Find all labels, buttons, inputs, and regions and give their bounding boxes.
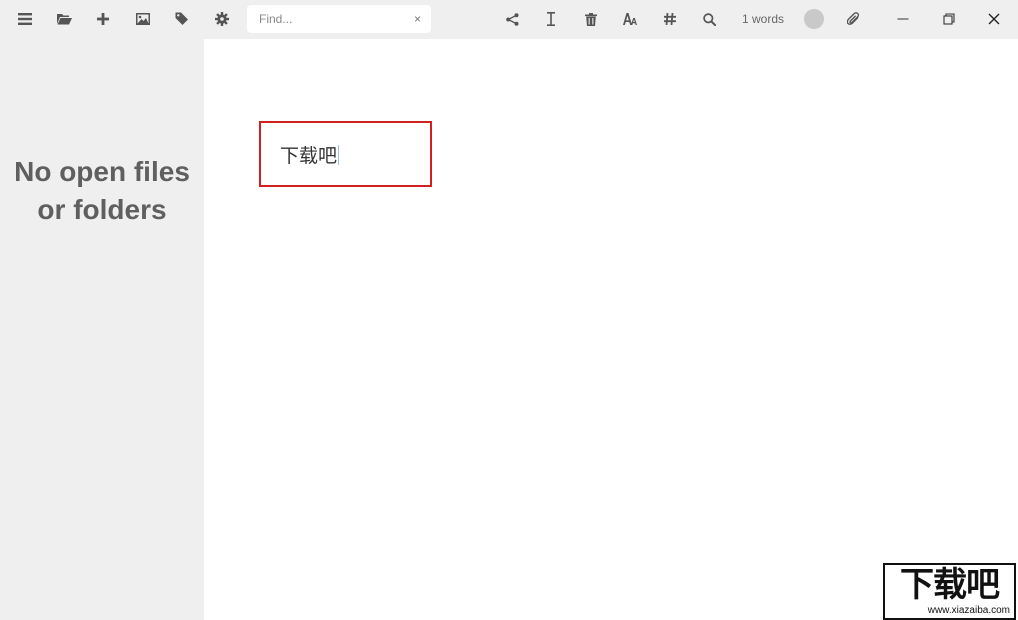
text-cursor-icon[interactable]	[541, 9, 561, 29]
paperclip-icon[interactable]	[843, 9, 863, 29]
empty-message-line1: No open files	[14, 156, 190, 187]
empty-message-line2: or folders	[37, 194, 167, 225]
text-caret	[338, 145, 340, 165]
hashtag-icon[interactable]	[660, 9, 680, 29]
menu-icon[interactable]	[15, 9, 35, 29]
avatar[interactable]	[804, 9, 824, 29]
watermark-logo: 下载吧 www.xiazaiba.com	[883, 563, 1016, 620]
add-icon[interactable]	[93, 9, 113, 29]
restore-icon[interactable]	[939, 9, 959, 29]
search-box: ×	[247, 5, 431, 33]
search-clear-button[interactable]: ×	[414, 11, 421, 27]
share-icon[interactable]	[502, 9, 522, 29]
image-icon[interactable]	[133, 9, 153, 29]
word-count: 1 words	[742, 12, 785, 26]
close-icon[interactable]	[984, 9, 1004, 29]
minimize-icon[interactable]	[893, 9, 913, 29]
empty-sidebar-message: No open files or folders	[0, 153, 204, 229]
search-icon[interactable]	[699, 9, 719, 29]
tag-icon[interactable]	[172, 9, 192, 29]
settings-icon[interactable]	[212, 9, 232, 29]
toolbar: × 1 words	[0, 0, 1018, 39]
sidebar: No open files or folders	[0, 39, 204, 620]
font-icon[interactable]	[620, 9, 640, 29]
editor-text[interactable]: 下载吧	[280, 145, 337, 167]
editor-content[interactable]: 下载吧	[280, 144, 340, 168]
editor-area[interactable]: 下载吧	[204, 39, 1018, 620]
search-input[interactable]	[247, 5, 397, 33]
app-window: × 1 words	[0, 0, 1018, 620]
trash-icon[interactable]	[581, 9, 601, 29]
watermark-url: www.xiazaiba.com	[927, 605, 1010, 616]
watermark-text: 下载吧	[900, 565, 1000, 605]
folder-open-icon[interactable]	[54, 9, 74, 29]
